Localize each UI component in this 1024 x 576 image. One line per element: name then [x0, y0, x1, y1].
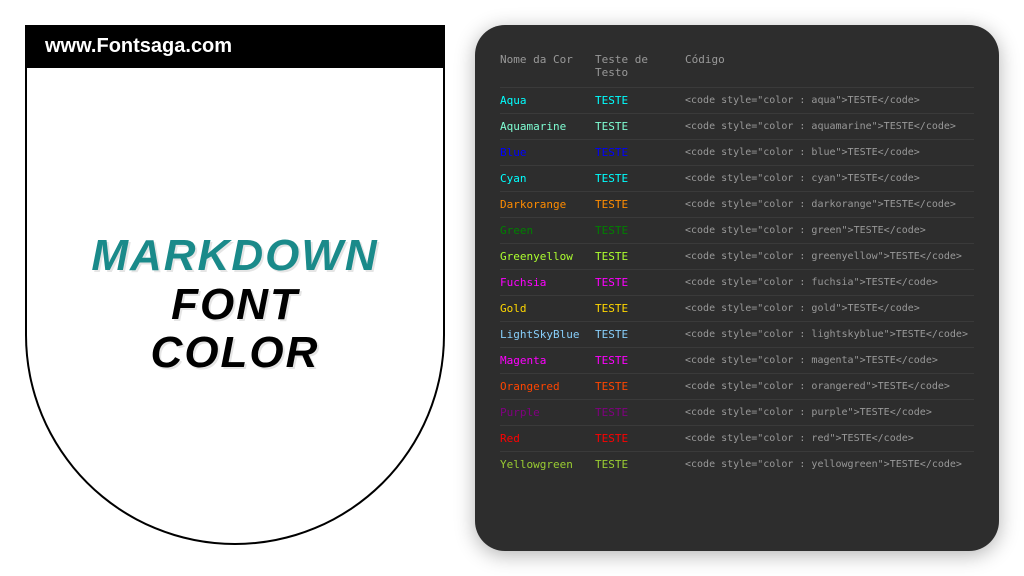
- table-row: RedTESTE<code style="color : red">TESTE<…: [500, 425, 974, 451]
- color-test: TESTE: [595, 354, 665, 367]
- color-name: Green: [500, 224, 595, 237]
- color-code: <code style="color : fuchsia">TESTE</cod…: [665, 277, 974, 288]
- title-line-3: COLOR: [151, 329, 320, 377]
- table-row: GreenyellowTESTE<code style="color : gre…: [500, 243, 974, 269]
- color-test: TESTE: [595, 146, 665, 159]
- table-row: AquaTESTE<code style="color : aqua">TEST…: [500, 87, 974, 113]
- table-row: GreenTESTE<code style="color : green">TE…: [500, 217, 974, 243]
- color-name: Orangered: [500, 380, 595, 393]
- color-name: Red: [500, 432, 595, 445]
- header-code: Código: [665, 53, 974, 79]
- color-test: TESTE: [595, 302, 665, 315]
- title-line-1: MARKDOWN: [91, 232, 378, 280]
- color-code: <code style="color : cyan">TESTE</code>: [665, 173, 974, 184]
- color-code: <code style="color : lightskyblue">TESTE…: [665, 329, 974, 340]
- color-name: Yellowgreen: [500, 458, 595, 471]
- color-code: <code style="color : greenyellow">TESTE<…: [665, 251, 974, 262]
- color-test: TESTE: [595, 380, 665, 393]
- color-test: TESTE: [595, 198, 665, 211]
- color-code: <code style="color : red">TESTE</code>: [665, 433, 974, 444]
- color-test: TESTE: [595, 250, 665, 263]
- color-code: <code style="color : gold">TESTE</code>: [665, 303, 974, 314]
- code-table-panel: Nome da Cor Teste de Testo Código AquaTE…: [475, 25, 999, 551]
- table-row: AquamarineTESTE<code style="color : aqua…: [500, 113, 974, 139]
- header-name: Nome da Cor: [500, 53, 595, 79]
- color-table: Nome da Cor Teste de Testo Código AquaTE…: [500, 45, 974, 477]
- table-row: GoldTESTE<code style="color : gold">TEST…: [500, 295, 974, 321]
- color-code: <code style="color : purple">TESTE</code…: [665, 407, 974, 418]
- table-row: DarkorangeTESTE<code style="color : dark…: [500, 191, 974, 217]
- table-row: YellowgreenTESTE<code style="color : yel…: [500, 451, 974, 477]
- table-body: AquaTESTE<code style="color : aqua">TEST…: [500, 87, 974, 477]
- color-name: Aquamarine: [500, 120, 595, 133]
- color-name: Greenyellow: [500, 250, 595, 263]
- color-code: <code style="color : green">TESTE</code>: [665, 225, 974, 236]
- color-name: Cyan: [500, 172, 595, 185]
- table-row: PurpleTESTE<code style="color : purple">…: [500, 399, 974, 425]
- color-test: TESTE: [595, 120, 665, 133]
- table-row: FuchsiaTESTE<code style="color : fuchsia…: [500, 269, 974, 295]
- color-name: Gold: [500, 302, 595, 315]
- shield-container: MARKDOWN FONT COLOR: [25, 67, 445, 545]
- color-test: TESTE: [595, 432, 665, 445]
- color-test: TESTE: [595, 328, 665, 341]
- left-panel: www.Fontsaga.com MARKDOWN FONT COLOR: [25, 25, 445, 545]
- color-test: TESTE: [595, 224, 665, 237]
- color-name: LightSkyBlue: [500, 328, 595, 341]
- table-row: OrangeredTESTE<code style="color : orang…: [500, 373, 974, 399]
- color-name: Fuchsia: [500, 276, 595, 289]
- color-name: Aqua: [500, 94, 595, 107]
- color-test: TESTE: [595, 94, 665, 107]
- url-bar: www.Fontsaga.com: [25, 25, 445, 68]
- color-name: Darkorange: [500, 198, 595, 211]
- color-test: TESTE: [595, 458, 665, 471]
- color-code: <code style="color : magenta">TESTE</cod…: [665, 355, 974, 366]
- table-row: BlueTESTE<code style="color : blue">TEST…: [500, 139, 974, 165]
- color-name: Purple: [500, 406, 595, 419]
- header-test: Teste de Testo: [595, 53, 665, 79]
- color-code: <code style="color : aqua">TESTE</code>: [665, 95, 974, 106]
- table-row: LightSkyBlueTESTE<code style="color : li…: [500, 321, 974, 347]
- color-code: <code style="color : blue">TESTE</code>: [665, 147, 974, 158]
- color-name: Magenta: [500, 354, 595, 367]
- table-header: Nome da Cor Teste de Testo Código: [500, 45, 974, 87]
- title-line-2: FONT: [171, 281, 299, 329]
- color-code: <code style="color : aquamarine">TESTE</…: [665, 121, 974, 132]
- color-test: TESTE: [595, 406, 665, 419]
- color-code: <code style="color : orangered">TESTE</c…: [665, 381, 974, 392]
- color-test: TESTE: [595, 172, 665, 185]
- table-row: CyanTESTE<code style="color : cyan">TEST…: [500, 165, 974, 191]
- table-row: MagentaTESTE<code style="color : magenta…: [500, 347, 974, 373]
- color-name: Blue: [500, 146, 595, 159]
- color-code: <code style="color : darkorange">TESTE</…: [665, 199, 974, 210]
- color-test: TESTE: [595, 276, 665, 289]
- color-code: <code style="color : yellowgreen">TESTE<…: [665, 459, 974, 470]
